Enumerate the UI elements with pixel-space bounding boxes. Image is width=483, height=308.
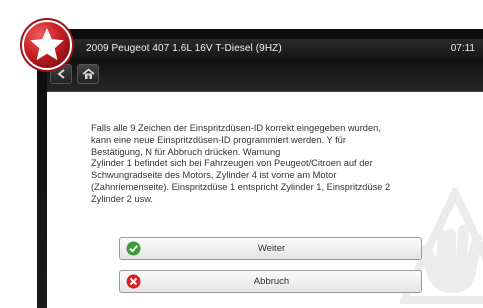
scan-tool-screen: 2009 Peugeot 407 1.6L 16V T-Diesel (9HZ)…: [47, 39, 483, 308]
cancel-button[interactable]: Abbruch: [119, 270, 422, 293]
continue-button-label: Weiter: [257, 243, 286, 254]
screenshot-page: 2009 Peugeot 407 1.6L 16V T-Diesel (9HZ)…: [0, 0, 483, 308]
vehicle-title: 2009 Peugeot 407 1.6L 16V T-Diesel (9HZ): [86, 43, 282, 54]
home-button[interactable]: [77, 64, 99, 84]
toolbar: [47, 60, 483, 92]
instruction-message: Falls alle 9 Zeichen der Einspritzdüsen-…: [91, 123, 391, 204]
home-icon: [82, 68, 95, 79]
clock-time: 07:11: [450, 43, 475, 54]
title-bar: 2009 Peugeot 407 1.6L 16V T-Diesel (9HZ)…: [47, 39, 483, 60]
cancel-button-label: Abbruch: [253, 276, 290, 287]
dialog-content: Falls alle 9 Zeichen der Einspritzdüsen-…: [47, 92, 483, 308]
star-badge-icon: [20, 18, 74, 72]
continue-button[interactable]: Weiter: [119, 237, 422, 260]
